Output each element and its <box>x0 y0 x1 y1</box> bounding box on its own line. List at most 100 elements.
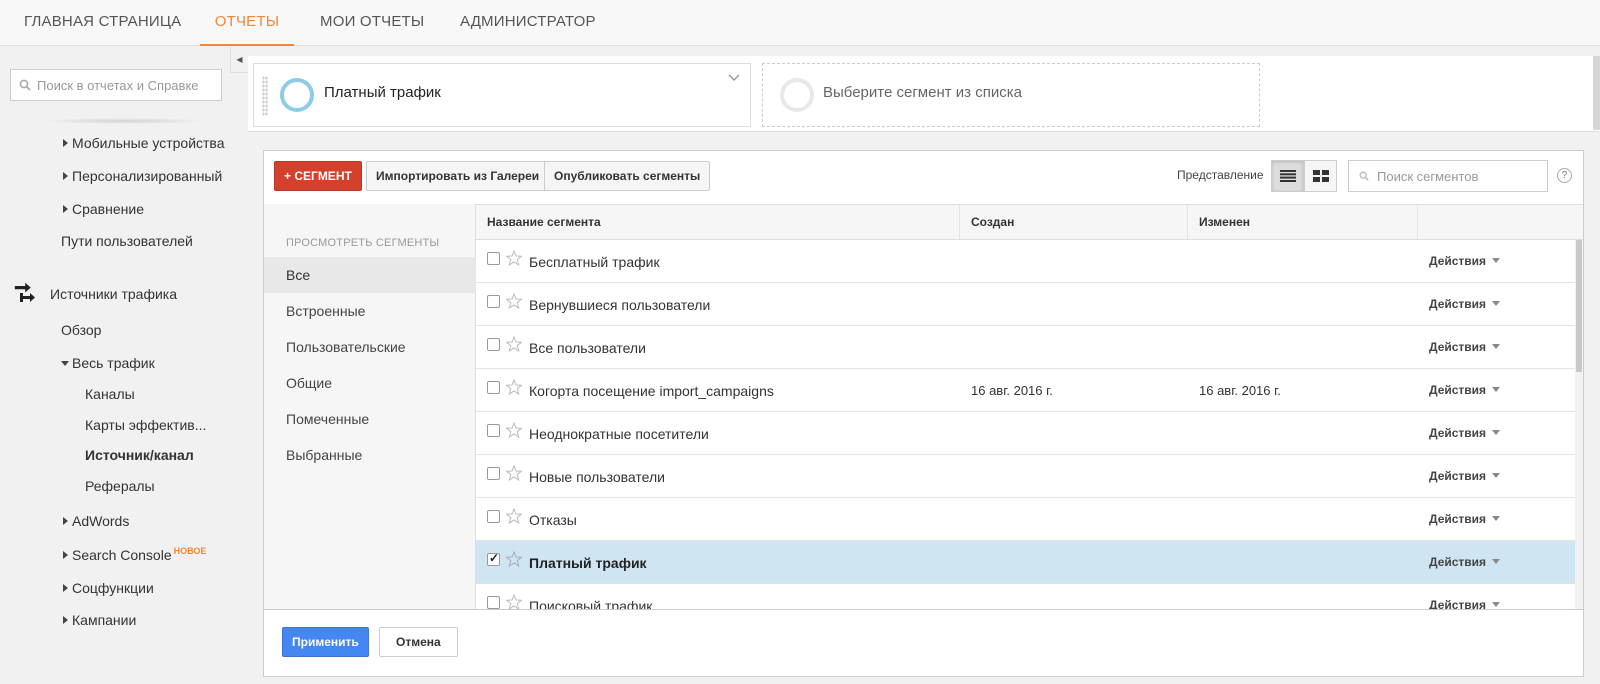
actions-dropdown[interactable]: Действия <box>1429 469 1501 483</box>
row-checkbox[interactable] <box>487 295 500 308</box>
nav-tab-admin[interactable]: АДМИНИСТРАТОР <box>460 0 596 46</box>
actions-dropdown[interactable]: Действия <box>1429 340 1501 354</box>
table-row[interactable]: Все пользователи Действия <box>476 326 1575 369</box>
sidebar-item-compare[interactable]: Сравнение <box>63 201 144 217</box>
segment-ring-icon <box>280 78 314 112</box>
nav-tab-reports[interactable]: ОТЧЕТЫ <box>200 0 294 46</box>
sidebar-item-social[interactable]: Соцфункции <box>63 580 154 596</box>
chevron-down-icon[interactable] <box>728 74 740 82</box>
sidebar-item-treemaps[interactable]: Карты эффектив... <box>85 417 206 433</box>
segment-name[interactable]: Неоднократные посетители <box>529 426 709 442</box>
expand-arrow-icon <box>63 584 68 592</box>
sidebar-item-custom[interactable]: Персонализированный <box>63 168 222 184</box>
import-gallery-button[interactable]: Импортировать из Галереи <box>366 161 550 191</box>
row-checkbox[interactable] <box>487 467 500 480</box>
star-icon[interactable] <box>506 250 522 266</box>
segment-name[interactable]: Отказы <box>529 512 577 528</box>
footer-divider <box>264 609 1583 610</box>
row-checkbox[interactable] <box>487 596 500 609</box>
sidebar-item-all-traffic[interactable]: Весь трафик <box>61 355 155 371</box>
star-icon[interactable] <box>506 422 522 438</box>
table-row[interactable]: Вернувшиеся пользователи Действия <box>476 283 1575 326</box>
sidebar-item-campaigns[interactable]: Кампании <box>63 612 136 628</box>
page-scrollbar[interactable] <box>1593 56 1600 130</box>
nav-tab-my-reports[interactable]: МОИ ОТЧЕТЫ <box>320 0 424 46</box>
sidebar-item-referrals[interactable]: Рефералы <box>85 478 155 494</box>
empty-segment-slot[interactable]: Выберите сегмент из списка <box>762 63 1260 127</box>
row-checkbox[interactable] <box>487 381 500 394</box>
sidebar-item-search-console[interactable]: Search Console НОВОЕ <box>63 546 206 563</box>
share-segments-button[interactable]: Опубликовать сегменты <box>544 161 711 191</box>
segment-name[interactable]: Бесплатный трафик <box>529 254 660 270</box>
sidebar-item-adwords[interactable]: AdWords <box>63 513 129 529</box>
table-row[interactable]: Новые пользователи Действия <box>476 455 1575 498</box>
star-icon[interactable] <box>506 508 522 524</box>
add-segment-button[interactable]: + СЕГМЕНТ <box>274 161 362 191</box>
actions-dropdown[interactable]: Действия <box>1429 426 1501 440</box>
category-selected[interactable]: Выбранные <box>264 437 476 473</box>
sidebar-item-source-medium[interactable]: Источник/канал <box>85 447 194 463</box>
report-search-box[interactable] <box>10 69 222 101</box>
caret-down-icon <box>1492 473 1501 478</box>
row-checkbox[interactable] <box>487 551 500 566</box>
category-custom[interactable]: Пользовательские <box>264 329 476 365</box>
actions-dropdown[interactable]: Действия <box>1429 254 1501 268</box>
star-icon[interactable] <box>506 465 522 481</box>
grid-view-button[interactable] <box>1304 160 1337 192</box>
segment-name[interactable]: Вернувшиеся пользователи <box>529 297 710 313</box>
segment-name[interactable]: Когорта посещение import_campaigns <box>529 383 774 399</box>
column-header-modified[interactable]: Изменен <box>1188 205 1418 239</box>
segment-name[interactable]: Все пользователи <box>529 340 646 356</box>
table-row[interactable]: Поисковый трафик Действия <box>476 584 1575 609</box>
sidebar-item-channels[interactable]: Каналы <box>85 386 135 402</box>
cancel-button[interactable]: Отмена <box>379 627 458 657</box>
star-icon[interactable] <box>506 551 522 567</box>
empty-segment-label: Выберите сегмент из списка <box>823 84 1022 101</box>
column-header-created[interactable]: Создан <box>960 205 1188 239</box>
sidebar-item-user-paths[interactable]: Пути пользователей <box>61 233 193 249</box>
table-row-selected[interactable]: Платный трафик Действия <box>476 541 1575 584</box>
help-icon[interactable]: ? <box>1557 168 1572 183</box>
apply-button[interactable]: Применить <box>282 627 369 657</box>
sidebar-collapse-button[interactable]: ◀ <box>230 47 248 73</box>
column-header-name[interactable]: Название сегмента <box>476 205 960 239</box>
report-search-input[interactable] <box>37 77 217 93</box>
row-checkbox[interactable] <box>487 252 500 265</box>
table-row[interactable]: Бесплатный трафик Действия <box>476 240 1575 283</box>
actions-dropdown[interactable]: Действия <box>1429 297 1501 311</box>
row-checkbox[interactable] <box>487 338 500 351</box>
sidebar-item-mobile[interactable]: Мобильные устройства <box>63 135 225 151</box>
category-built-in[interactable]: Встроенные <box>264 293 476 329</box>
actions-dropdown[interactable]: Действия <box>1429 555 1501 569</box>
segment-name[interactable]: Платный трафик <box>529 555 647 571</box>
sidebar-section-traffic-sources[interactable]: Источники трафика <box>14 282 177 308</box>
segment-search-box[interactable] <box>1348 160 1548 192</box>
actions-dropdown[interactable]: Действия <box>1429 383 1501 397</box>
segment-name[interactable]: Новые пользователи <box>529 469 665 485</box>
sidebar-item-overview[interactable]: Обзор <box>61 322 101 338</box>
table-scrollbar-thumb[interactable] <box>1576 240 1582 372</box>
actions-dropdown[interactable]: Действия <box>1429 598 1501 609</box>
category-shared[interactable]: Общие <box>264 365 476 401</box>
drag-handle[interactable] <box>262 76 268 116</box>
active-segment-card[interactable]: Платный трафик <box>253 63 751 127</box>
category-all[interactable]: Все <box>264 257 476 293</box>
new-badge: НОВОЕ <box>173 546 207 556</box>
nav-tab-home[interactable]: ГЛАВНАЯ СТРАНИЦА <box>24 0 181 46</box>
row-checkbox[interactable] <box>487 424 500 437</box>
segment-search-input[interactable] <box>1377 168 1547 184</box>
table-row[interactable]: Неоднократные посетители Действия <box>476 412 1575 455</box>
star-icon[interactable] <box>506 379 522 395</box>
sidebar-divider-shadow <box>40 118 210 124</box>
table-row[interactable]: Отказы Действия <box>476 498 1575 541</box>
created-date: 16 авг. 2016 г. <box>971 383 1053 398</box>
star-icon[interactable] <box>506 336 522 352</box>
row-checkbox[interactable] <box>487 510 500 523</box>
actions-dropdown[interactable]: Действия <box>1429 512 1501 526</box>
table-row[interactable]: Когорта посещение import_campaigns 16 ав… <box>476 369 1575 412</box>
star-icon[interactable] <box>506 293 522 309</box>
list-view-button[interactable] <box>1271 160 1304 192</box>
category-starred[interactable]: Помеченные <box>264 401 476 437</box>
star-icon[interactable] <box>506 594 522 609</box>
segment-name[interactable]: Поисковый трафик <box>529 598 652 609</box>
